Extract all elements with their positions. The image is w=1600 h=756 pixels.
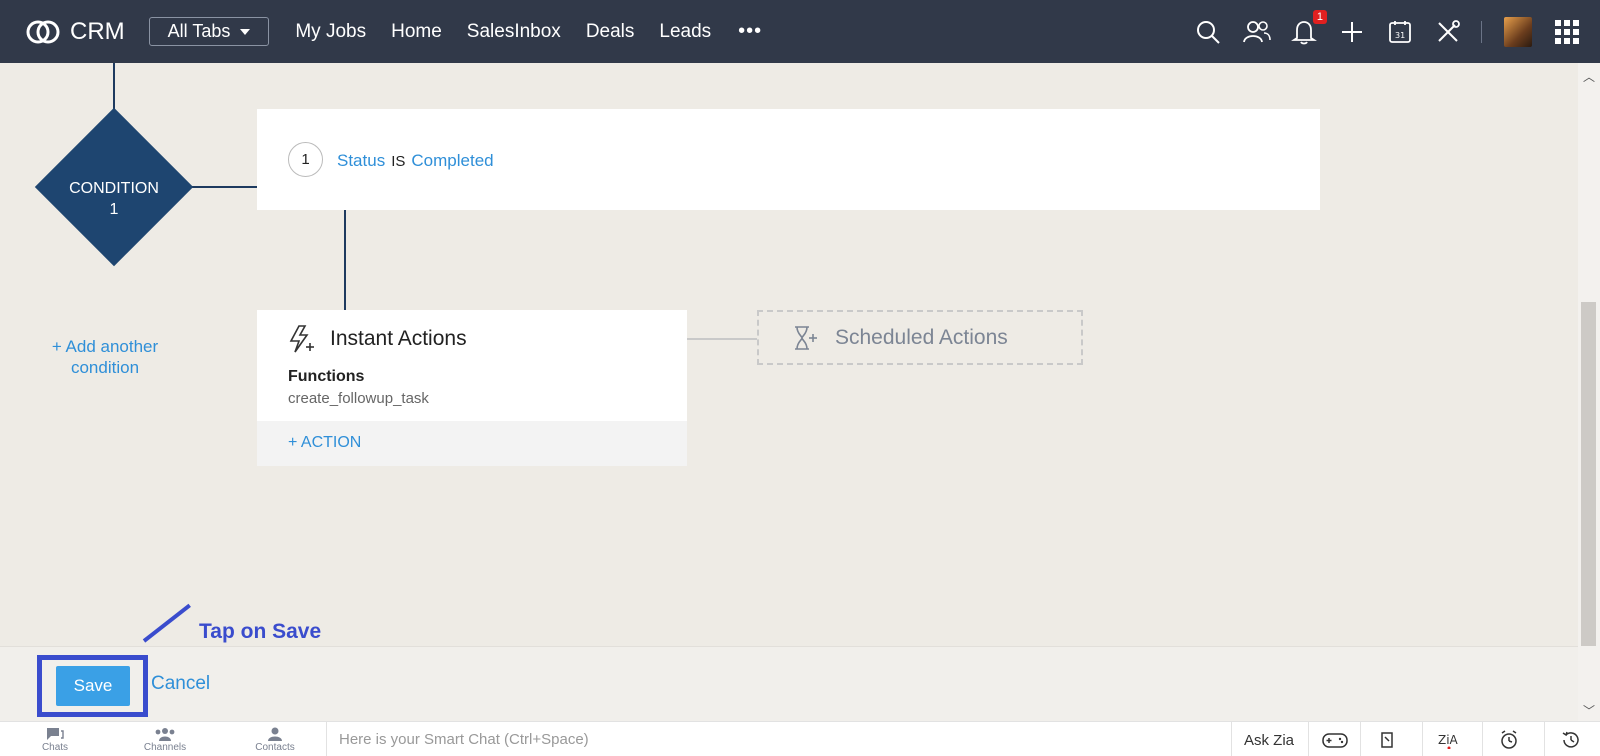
scroll-up-icon[interactable]: ︿: [1583, 68, 1595, 85]
plus-icon[interactable]: [1339, 19, 1365, 45]
crm-logo-icon: [26, 20, 60, 43]
nav-links: My Jobs Home SalesInbox Deals Leads: [295, 21, 736, 43]
instant-actions-card: Instant Actions Functions create_followu…: [257, 310, 687, 466]
scrollbar-thumb[interactable]: [1581, 302, 1596, 646]
flow-connector: [186, 186, 258, 188]
notification-badge: 1: [1312, 9, 1327, 24]
calendar-icon[interactable]: 31: [1387, 19, 1413, 45]
nav-link-deals[interactable]: Deals: [586, 21, 635, 43]
scheduled-actions-card[interactable]: Scheduled Actions: [757, 310, 1083, 365]
header-divider: [1481, 20, 1482, 43]
app-name: CRM: [70, 17, 125, 45]
search-icon[interactable]: [1195, 19, 1221, 45]
instant-actions-title: Instant Actions: [330, 327, 467, 350]
crm-logo[interactable]: CRM: [24, 18, 125, 46]
hourglass-plus-icon: [795, 325, 817, 350]
condition-node[interactable]: CONDITION 1: [34, 107, 194, 267]
instant-actions-header: Instant Actions: [288, 324, 467, 354]
svg-text:31: 31: [1395, 31, 1405, 40]
cancel-button[interactable]: Cancel: [151, 673, 210, 695]
condition-title: CONDITION: [69, 180, 159, 197]
nav-link-leads[interactable]: Leads: [659, 21, 711, 43]
channels-label: Channels: [143, 741, 187, 753]
contacts-tab[interactable]: Contacts: [220, 722, 330, 756]
criteria-field[interactable]: Status: [337, 151, 385, 170]
add-condition-link[interactable]: + Add another condition: [40, 336, 170, 378]
form-action-bar: [0, 646, 1578, 721]
notes-icon[interactable]: [1360, 722, 1412, 756]
avatar[interactable]: [1504, 16, 1532, 47]
history-icon[interactable]: [1544, 722, 1596, 756]
scroll-down-icon[interactable]: ﹀: [1583, 702, 1595, 719]
criteria-operator: IS: [391, 153, 406, 170]
zia-icon[interactable]: ZiA: [1422, 722, 1474, 756]
add-action-button[interactable]: + ACTION: [288, 434, 361, 452]
bottom-chat-bar: Chats Channels Contacts Here is your Sma…: [0, 721, 1600, 756]
smart-chat-input[interactable]: Here is your Smart Chat (Ctrl+Space): [326, 722, 1232, 756]
functions-label: Functions: [288, 368, 365, 385]
chats-label: Chats: [41, 741, 69, 753]
flow-connector: [344, 210, 346, 310]
chat-bubble-icon: [47, 727, 64, 740]
svg-text:ZiA: ZiA: [1438, 733, 1459, 747]
header-actions: 1 31: [1173, 0, 1580, 63]
game-controller-icon[interactable]: [1308, 722, 1360, 756]
all-tabs-dropdown[interactable]: All Tabs: [148, 17, 270, 46]
channels-icon: [155, 727, 175, 741]
scheduled-actions-title: Scheduled Actions: [835, 325, 1008, 349]
top-navbar: CRM All Tabs My Jobs Home SalesInbox Dea…: [0, 0, 1600, 63]
nav-link-salesinbox[interactable]: SalesInbox: [467, 21, 561, 43]
save-highlight-box: [37, 655, 148, 717]
annotation-text: Tap on Save: [199, 620, 322, 643]
add-action-bar: + ACTION: [257, 421, 687, 466]
chats-tab[interactable]: Chats: [0, 722, 110, 756]
apps-grid-icon[interactable]: [1554, 19, 1580, 45]
condition-label: CONDITION 1: [35, 178, 193, 220]
contacts-icon[interactable]: [1243, 19, 1271, 45]
nav-link-my-jobs[interactable]: My Jobs: [295, 21, 366, 43]
all-tabs-label: All Tabs: [167, 20, 231, 41]
function-name[interactable]: create_followup_task: [288, 390, 429, 407]
contacts-label: Contacts: [255, 741, 295, 753]
tools-icon[interactable]: [1435, 19, 1461, 45]
chevron-down-icon: [240, 29, 251, 35]
scheduled-connector: [687, 338, 757, 340]
ask-zia-button[interactable]: Ask Zia: [1244, 732, 1294, 749]
criteria-index: 1: [288, 142, 323, 177]
alarm-clock-icon[interactable]: [1482, 722, 1534, 756]
criteria-text: Status IS Completed: [337, 151, 494, 171]
channels-tab[interactable]: Channels: [110, 722, 220, 756]
criteria-value[interactable]: Completed: [411, 151, 493, 170]
smart-chat-placeholder: Here is your Smart Chat (Ctrl+Space): [339, 731, 589, 748]
condition-criteria-card[interactable]: 1 Status IS Completed: [257, 109, 1320, 210]
condition-number: 1: [109, 201, 119, 218]
nav-link-home[interactable]: Home: [391, 21, 442, 43]
flow-connector: [113, 63, 115, 113]
more-menu-icon[interactable]: •••: [738, 20, 762, 43]
lightning-icon: [289, 325, 314, 353]
bell-icon[interactable]: 1: [1291, 9, 1327, 45]
contact-person-icon: [268, 727, 282, 741]
